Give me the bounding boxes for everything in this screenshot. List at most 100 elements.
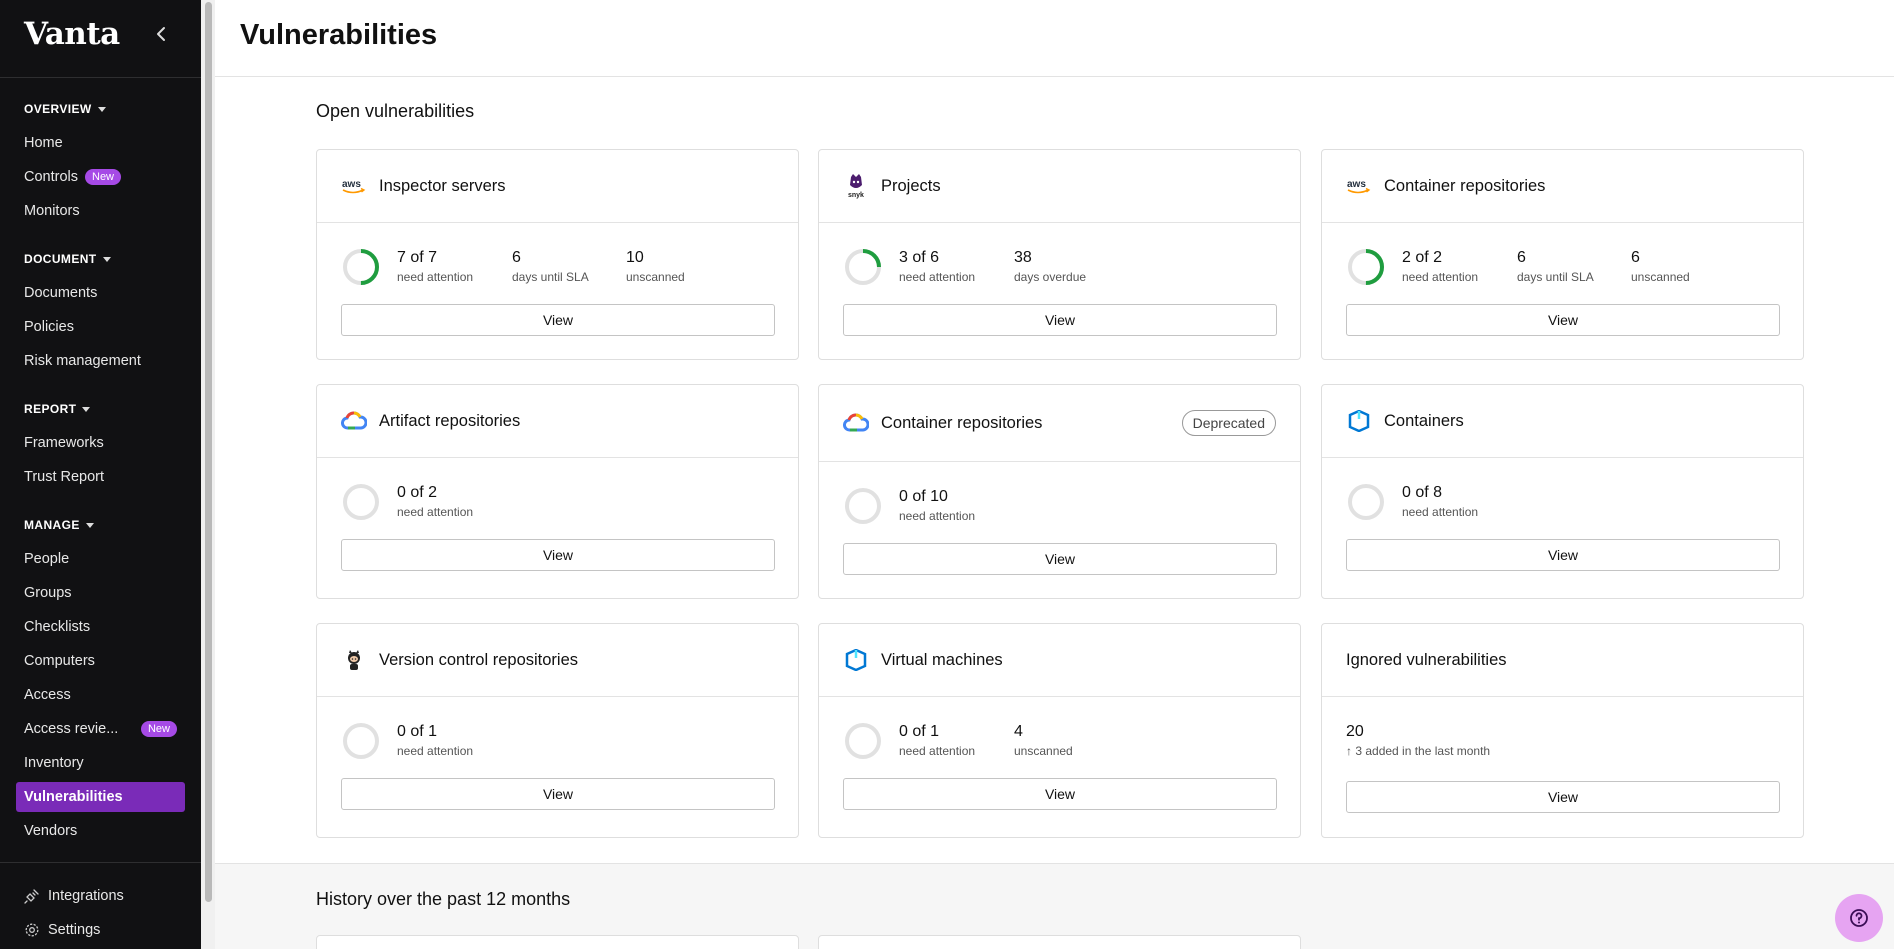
help-button[interactable] [1835, 894, 1883, 942]
section-manage[interactable]: MANAGE [24, 518, 94, 532]
sla-label: days until SLA [512, 270, 589, 284]
sidebar-item-settings[interactable]: Settings [16, 915, 185, 945]
sla-label: days until SLA [1517, 270, 1594, 284]
attention-label: need attention [397, 270, 474, 284]
svg-text:aws: aws [1347, 179, 1366, 190]
sidebar-item-integrations[interactable]: Integrations [16, 881, 185, 911]
sidebar-divider [0, 862, 201, 863]
unscanned-label: unscanned [626, 270, 685, 284]
sla-days: 6 [1517, 249, 1526, 266]
sidebar-item-home[interactable]: Home [16, 128, 185, 158]
card-version-control-repositories: Version control repositories 0 of 1 need … [316, 623, 799, 838]
card-title: Artifact repositories [379, 411, 521, 430]
view-button[interactable]: View [341, 304, 775, 336]
sidebar-item-vendors[interactable]: Vendors [16, 816, 185, 846]
sidebar-item-documents[interactable]: Documents [16, 278, 185, 308]
gear-icon [24, 922, 40, 938]
unscanned-count: 10 [626, 249, 644, 266]
sidebar-scrollbar-thumb[interactable] [205, 2, 212, 902]
attention-count: 0 of 1 [899, 723, 940, 740]
progress-ring [845, 723, 881, 759]
sidebar-item-controls[interactable]: Controls New [16, 162, 185, 192]
plug-icon [24, 888, 40, 904]
attention-count: 7 of 7 [397, 249, 438, 266]
main-content: Vulnerabilities Open vulnerabilities aws… [215, 0, 1894, 949]
sla-days: 6 [512, 249, 521, 266]
ring-track [343, 484, 379, 520]
sidebar-item-groups[interactable]: Groups [16, 578, 185, 608]
new-badge: New [140, 721, 177, 737]
view-button[interactable]: View [341, 539, 775, 571]
card-containers: Containers 0 of 8 need attention View [1321, 384, 1804, 599]
section-document[interactable]: DOCUMENT [24, 252, 111, 266]
attention-label: need attention [397, 744, 474, 758]
page-title: Vulnerabilities [240, 19, 438, 51]
section-overview[interactable]: OVERVIEW [24, 102, 106, 116]
attention-count: 0 of 10 [899, 488, 948, 505]
attention-count: 0 of 2 [397, 484, 438, 501]
svg-text:snyk: snyk [848, 192, 864, 199]
sidebar-item-computers[interactable]: Computers [16, 646, 185, 676]
card-title: Version control repositories [379, 650, 579, 669]
attention-label: need attention [1402, 270, 1479, 284]
overdue-label: days overdue [1014, 270, 1087, 284]
ignored-count: 20 [1346, 723, 1364, 740]
unscanned-count: 4 [1014, 723, 1023, 740]
history-card [818, 935, 1301, 949]
collapse-sidebar-icon[interactable] [150, 22, 174, 46]
history-heading: History over the past 12 months [316, 889, 571, 909]
attention-label: need attention [899, 270, 976, 284]
section-report[interactable]: REPORT [24, 402, 91, 416]
card-artifact-repositories: Artifact repositories 0 of 2 need attenti… [316, 384, 799, 599]
view-button[interactable]: View [1346, 781, 1780, 813]
sidebar: Vanta OVERVIEW Home Controls New Monitors… [0, 0, 201, 949]
sidebar-item-risk-management[interactable]: Risk management [16, 346, 185, 376]
unscanned-label: unscanned [1014, 744, 1073, 758]
azure-icon [843, 647, 869, 673]
sidebar-item-checklists[interactable]: Checklists [16, 612, 185, 642]
unscanned-label: unscanned [1631, 270, 1690, 284]
sidebar-item-access[interactable]: Access [16, 680, 185, 710]
svg-text:aws: aws [342, 179, 361, 190]
card-title: Containers [1384, 411, 1464, 430]
vanta-logo[interactable]: Vanta [24, 16, 120, 52]
sidebar-item-trust-report[interactable]: Trust Report [16, 462, 185, 492]
caret-down-icon [102, 257, 111, 262]
card-title: Virtual machines [881, 650, 1003, 669]
unscanned-count: 6 [1631, 249, 1640, 266]
progress-ring [1348, 484, 1384, 520]
progress-ring [343, 723, 379, 759]
ring-track [845, 488, 881, 524]
card-inspector-servers: aws Inspector servers 7 of 7 need attenti… [316, 149, 799, 360]
aws-icon: aws [341, 173, 367, 199]
caret-down-icon [97, 107, 106, 112]
attention-label: need attention [899, 744, 976, 758]
sidebar-item-frameworks[interactable]: Frameworks [16, 428, 185, 458]
view-button[interactable]: View [843, 778, 1277, 810]
sidebar-item-vulnerabilities[interactable]: Vulnerabilities [16, 782, 185, 812]
history-card [316, 935, 799, 949]
attention-label: need attention [1402, 505, 1479, 519]
github-icon [341, 647, 367, 673]
attention-count: 3 of 6 [899, 249, 940, 266]
sidebar-item-access-reviews[interactable]: Access revie... New [16, 714, 185, 744]
sidebar-item-inventory[interactable]: Inventory [16, 748, 185, 778]
gcp-icon [843, 410, 869, 436]
view-button[interactable]: View [1346, 304, 1780, 336]
progress-ring [343, 249, 379, 285]
card-title: Inspector servers [379, 176, 506, 195]
card-container-repositories-aws: aws Container repositories 2 of 2 need at… [1321, 149, 1804, 360]
open-vulnerabilities-heading: Open vulnerabilities [316, 101, 475, 121]
sidebar-item-monitors[interactable]: Monitors [16, 196, 185, 226]
view-button[interactable]: View [341, 778, 775, 810]
view-button[interactable]: View [843, 304, 1277, 336]
view-button[interactable]: View [843, 543, 1277, 575]
card-container-repositories-gcp: Container repositories Deprecated 0 of 1… [818, 384, 1301, 599]
view-button[interactable]: View [1346, 539, 1780, 571]
attention-label: need attention [397, 505, 474, 519]
deprecated-badge: Deprecated [1181, 410, 1276, 436]
sidebar-item-people[interactable]: People [16, 544, 185, 574]
sidebar-item-policies[interactable]: Policies [16, 312, 185, 342]
progress-ring [1348, 249, 1384, 285]
gcp-icon [341, 408, 367, 434]
